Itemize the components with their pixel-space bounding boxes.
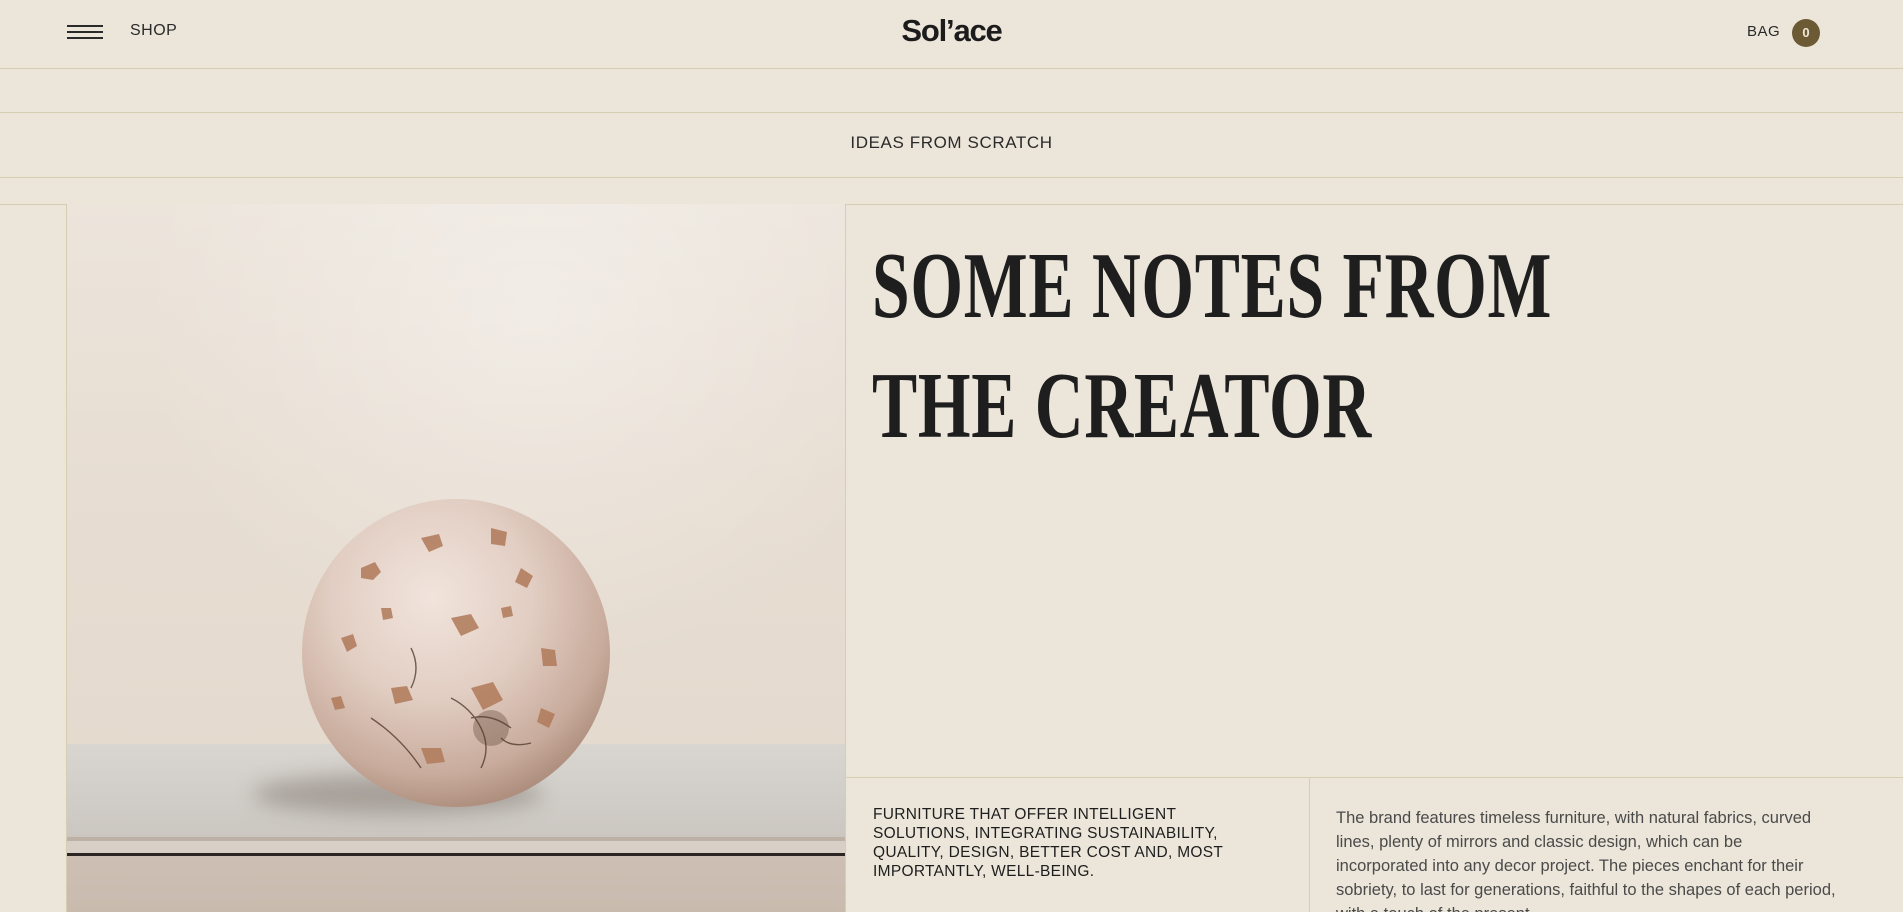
banner-text: IDEAS FROM SCRATCH: [850, 133, 1053, 152]
column-divider: [1309, 777, 1310, 912]
shop-link[interactable]: SHOP: [130, 22, 177, 40]
shelf-front: [67, 856, 846, 912]
logo-wrapper: Sol’ace: [0, 13, 1903, 49]
brand-description: The brand features timeless furniture, w…: [1336, 809, 1836, 912]
headline-line: SOME NOTES FROM: [872, 234, 1553, 338]
tagline: FURNITURE THAT OFFER INTELLIGENT SOLUTIO…: [873, 806, 1223, 880]
hamburger-icon[interactable]: [67, 22, 103, 42]
bag-link[interactable]: BAG: [1747, 23, 1780, 40]
sphere-image: [302, 499, 610, 807]
page: SHOP Sol’ace BAG 0 IDEAS FROM SCRATCH SO…: [0, 0, 1903, 912]
site-logo[interactable]: Sol’ace: [901, 13, 1002, 48]
divider: [845, 777, 1903, 778]
hero-image: [66, 204, 846, 912]
hero-headline: SOME NOTES FROM THE CREATOR: [872, 226, 1553, 466]
bag-count-badge[interactable]: 0: [1792, 19, 1820, 47]
divider: [0, 112, 1903, 113]
headline-line: THE CREATOR: [872, 354, 1372, 458]
divider: [0, 177, 1903, 178]
shelf-lip: [67, 841, 846, 853]
site-header: SHOP Sol’ace BAG 0: [0, 0, 1903, 69]
